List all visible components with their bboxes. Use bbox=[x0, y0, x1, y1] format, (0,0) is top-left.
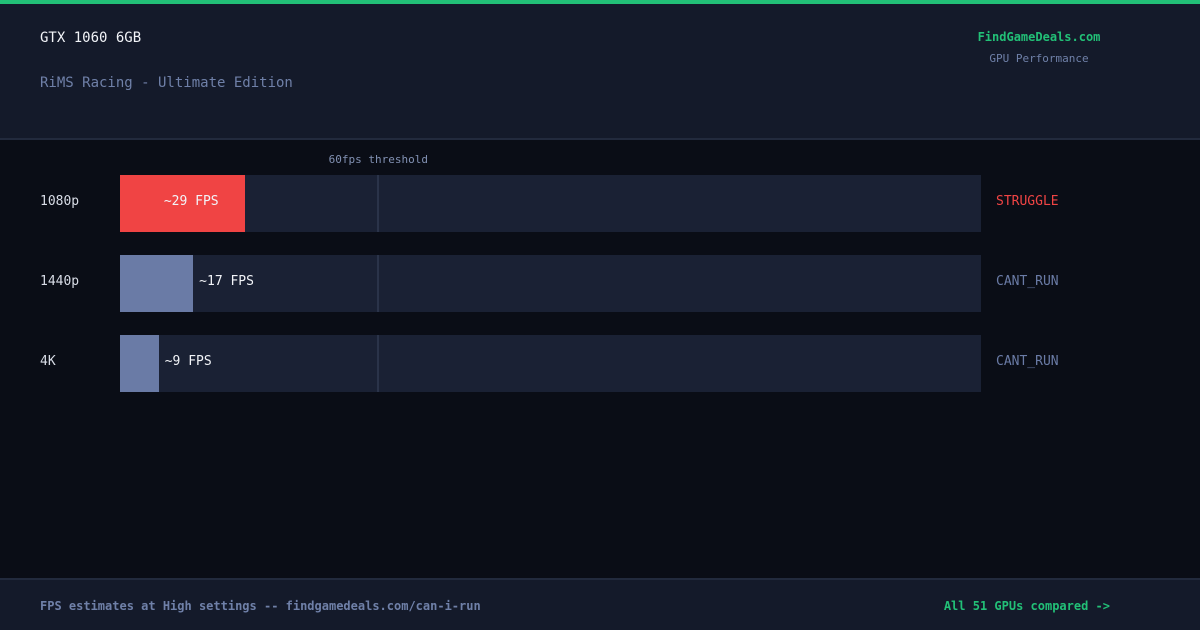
header: GTX 1060 6GB RiMS Racing - Ultimate Edit… bbox=[0, 4, 1200, 140]
footer: FPS estimates at High settings -- findga… bbox=[0, 578, 1200, 630]
all-gpus-link[interactable]: All 51 GPUs compared -> bbox=[944, 599, 1110, 613]
status-badge: CANT_RUN bbox=[996, 274, 1059, 289]
status-badge: CANT_RUN bbox=[996, 354, 1059, 369]
threshold-line bbox=[377, 335, 380, 392]
resolution-label: 4K bbox=[40, 354, 56, 369]
bar-track: ~9 FPS bbox=[120, 335, 981, 392]
fps-chart: 60fps threshold 1080p ~29 FPS STRUGGLE 1440… bbox=[0, 142, 1200, 578]
fps-value-label: ~29 FPS bbox=[163, 194, 219, 209]
status-badge: STRUGGLE bbox=[996, 194, 1059, 209]
resolution-label: 1440p bbox=[40, 274, 80, 289]
brand-name[interactable]: FindGameDeals.com bbox=[940, 30, 1138, 44]
fps-value-label: ~9 FPS bbox=[164, 354, 212, 369]
threshold-label: 60fps threshold bbox=[328, 153, 428, 166]
chart-row-4k: 4K ~9 FPS CANT_RUN bbox=[0, 335, 1200, 392]
fps-bar bbox=[120, 335, 159, 392]
chart-row-1080p: 1080p ~29 FPS STRUGGLE bbox=[0, 175, 1200, 232]
bar-track: ~29 FPS bbox=[120, 175, 981, 232]
fps-value-label: ~17 FPS bbox=[199, 274, 254, 289]
chart-row-1440p: 1440p ~17 FPS CANT_RUN bbox=[0, 255, 1200, 312]
bar-track: ~17 FPS bbox=[120, 255, 981, 312]
resolution-label: 1080p bbox=[40, 194, 80, 209]
brand-subtitle: GPU Performance bbox=[989, 52, 1089, 65]
footer-note: FPS estimates at High settings -- findga… bbox=[40, 599, 481, 613]
game-title: RiMS Racing - Ultimate Edition bbox=[40, 75, 293, 91]
fps-bar bbox=[120, 255, 194, 312]
threshold-line bbox=[377, 255, 380, 312]
gpu-name: GTX 1060 6GB bbox=[40, 30, 142, 46]
threshold-line bbox=[377, 175, 380, 232]
